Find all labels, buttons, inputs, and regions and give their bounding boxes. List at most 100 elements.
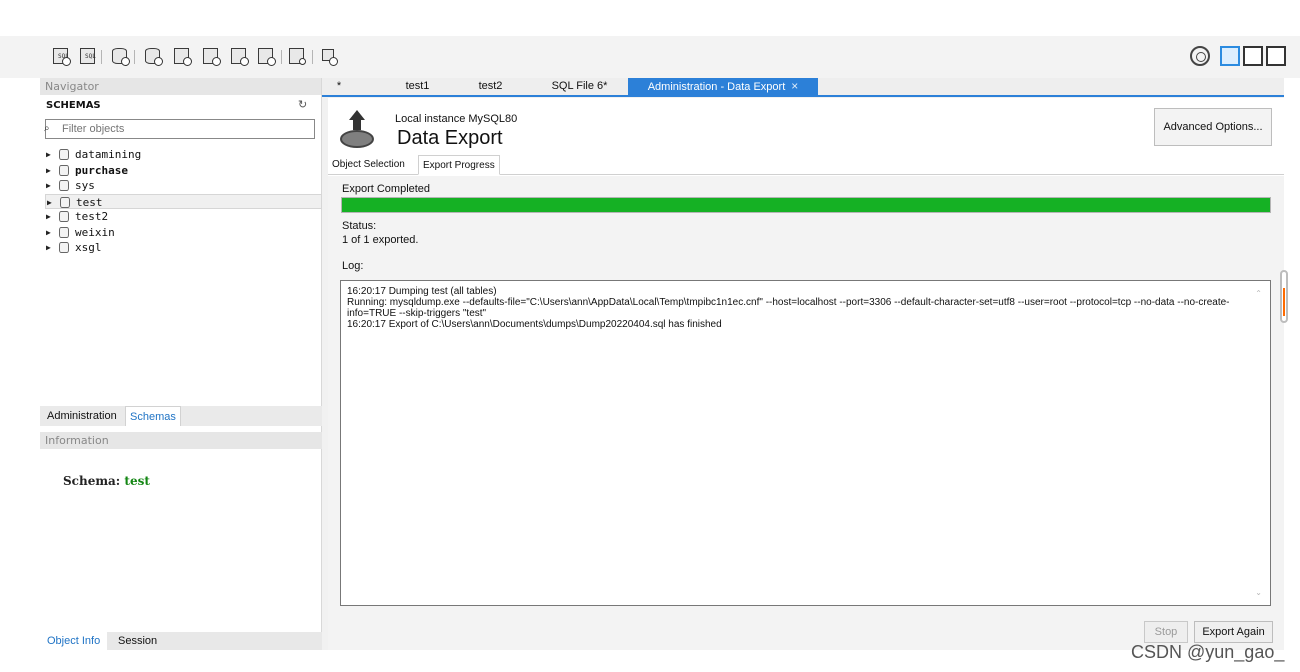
schema-item[interactable]: ▶ sys xyxy=(45,178,322,194)
tab-administration-data-export[interactable]: Administration - Data Export × xyxy=(628,78,818,95)
tab-test2[interactable]: test2 xyxy=(473,78,508,95)
create-schema-icon[interactable] xyxy=(143,46,163,66)
export-again-button[interactable]: Export Again xyxy=(1194,621,1273,643)
data-export-page: Local instance MySQL80 Data Export Advan… xyxy=(328,98,1284,650)
log-line: 16:20:17 Dumping test (all tables) xyxy=(347,286,497,297)
tab-administration[interactable]: Administration xyxy=(43,406,121,426)
expand-arrow-icon[interactable]: ▶ xyxy=(46,240,51,255)
toggle-sidebar-icon[interactable] xyxy=(1220,46,1240,66)
page-title: Data Export xyxy=(397,127,503,149)
log-label: Log: xyxy=(342,260,364,272)
schema-info-label: Schema: xyxy=(63,474,121,488)
schema-tree: ▶ datamining ▶ purchase ▶ sys ▶ test ▶ test2 … xyxy=(45,147,322,256)
schema-item[interactable]: ▶ test xyxy=(45,193,322,210)
database-icon xyxy=(59,149,69,160)
expand-arrow-icon[interactable]: ▶ xyxy=(47,195,52,210)
expand-arrow-icon[interactable]: ▶ xyxy=(46,163,51,178)
schemas-title: SCHEMAS xyxy=(46,100,101,111)
search-icon: ⌕ xyxy=(44,123,50,134)
tab-test1[interactable]: test1 xyxy=(400,78,435,95)
toolbar-separator xyxy=(101,50,102,64)
expand-arrow-icon[interactable]: ▶ xyxy=(46,147,51,162)
watermark: CSDN @yun_gao_ xyxy=(1131,642,1285,662)
database-icon xyxy=(59,164,69,176)
toggle-output-icon[interactable] xyxy=(1243,46,1263,66)
database-icon xyxy=(60,196,70,208)
expand-arrow-icon[interactable]: ▶ xyxy=(46,178,51,193)
create-table-icon[interactable] xyxy=(172,46,192,66)
create-procedure-icon[interactable] xyxy=(229,46,249,66)
database-icon xyxy=(59,226,69,238)
status-value: 1 of 1 exported. xyxy=(342,234,419,246)
tab-object-selection[interactable]: Object Selection xyxy=(328,155,409,175)
tab-schemas[interactable]: Schemas xyxy=(125,406,181,426)
refresh-icon[interactable]: ↻ xyxy=(298,99,310,111)
log-line: 16:20:17 Export of C:\Users\ann\Document… xyxy=(347,319,722,330)
schema-name: test xyxy=(76,195,103,209)
info-bottom-tabs: Object Info Session xyxy=(40,632,322,650)
tab-export-progress[interactable]: Export Progress xyxy=(418,155,500,175)
main-toolbar: SQL SQL xyxy=(0,36,1300,78)
progress-fill xyxy=(342,198,1270,212)
schema-item[interactable]: ▶ weixin xyxy=(45,225,322,241)
tab-sql-file-6[interactable]: SQL File 6* xyxy=(548,78,611,95)
tab-label: Administration - Data Export xyxy=(647,81,786,93)
database-icon xyxy=(59,211,69,222)
toolbar-separator xyxy=(312,50,313,64)
preferences-icon[interactable] xyxy=(1190,46,1210,66)
db-info-icon[interactable] xyxy=(110,46,130,66)
log-output[interactable]: 16:20:17 Dumping test (all tables) Runni… xyxy=(340,280,1271,606)
progress-label: Export Completed xyxy=(342,183,431,195)
information-header: Information xyxy=(40,432,322,449)
scroll-up-icon[interactable]: ⌃ xyxy=(1255,289,1262,298)
create-function-icon[interactable] xyxy=(256,46,276,66)
main-editor-area: * test1 test2 SQL File 6* Administration… xyxy=(322,78,1284,650)
database-icon xyxy=(59,242,69,253)
database-icon xyxy=(59,180,69,191)
schema-name: sys xyxy=(75,179,95,192)
tab-session[interactable]: Session xyxy=(111,632,164,650)
create-view-icon[interactable] xyxy=(201,46,221,66)
export-icon xyxy=(340,110,374,148)
stop-button[interactable]: Stop xyxy=(1144,621,1188,643)
open-sql-script-icon[interactable]: SQL xyxy=(78,46,98,66)
tab-unsaved[interactable]: * xyxy=(333,78,345,95)
schema-filter[interactable]: ⌕ xyxy=(44,119,315,139)
search-table-icon[interactable] xyxy=(287,46,307,66)
toolbar-separator xyxy=(281,50,282,64)
schema-name: weixin xyxy=(75,225,115,239)
instance-name: Local instance MySQL80 xyxy=(395,113,518,125)
schema-item[interactable]: ▶ xsgl xyxy=(45,240,322,256)
status-label: Status: xyxy=(342,220,377,232)
schema-name: test2 xyxy=(75,210,109,223)
schema-name: datamining xyxy=(75,148,142,161)
expand-arrow-icon[interactable]: ▶ xyxy=(46,225,51,240)
document-tabs: * test1 test2 SQL File 6* Administration… xyxy=(322,78,1284,97)
toolbar-separator xyxy=(134,50,135,64)
new-sql-tab-icon[interactable]: SQL xyxy=(51,46,71,66)
log-line: Running: mysqldump.exe --defaults-file="… xyxy=(347,297,1230,319)
navigator-header: Navigator xyxy=(40,78,321,95)
filter-input[interactable] xyxy=(62,121,312,137)
vertical-scrollbar[interactable] xyxy=(1280,270,1288,323)
schema-name: xsgl xyxy=(75,241,102,254)
expand-arrow-icon[interactable]: ▶ xyxy=(46,209,51,224)
log-text: 16:20:17 Dumping test (all tables) Runni… xyxy=(347,286,1247,330)
schema-item[interactable]: ▶ purchase xyxy=(45,163,322,179)
schema-info-value: test xyxy=(124,474,150,488)
schema-item[interactable]: ▶ test2 xyxy=(45,209,322,225)
advanced-options-button[interactable]: Advanced Options... xyxy=(1154,108,1272,146)
schema-item[interactable]: ▶ datamining xyxy=(45,147,322,163)
export-section-tabs: Object Selection Export Progress xyxy=(328,155,1284,175)
toggle-secondary-sidebar-icon[interactable] xyxy=(1266,46,1286,66)
schema-name: purchase xyxy=(75,163,128,177)
close-icon[interactable]: × xyxy=(791,79,798,93)
schema-info: Schema: test xyxy=(63,474,150,488)
export-progress-panel: Export Completed Status: 1 of 1 exported… xyxy=(328,176,1284,650)
navigator-tabs: Administration Schemas xyxy=(40,406,322,426)
reconnect-icon[interactable] xyxy=(318,46,338,66)
scroll-down-icon[interactable]: ⌄ xyxy=(1255,588,1262,597)
navigator-panel: Navigator SCHEMAS ↻ ⌕ ▶ datamining ▶ purch… xyxy=(40,78,322,650)
progress-bar xyxy=(341,197,1271,213)
tab-object-info[interactable]: Object Info xyxy=(40,632,108,650)
